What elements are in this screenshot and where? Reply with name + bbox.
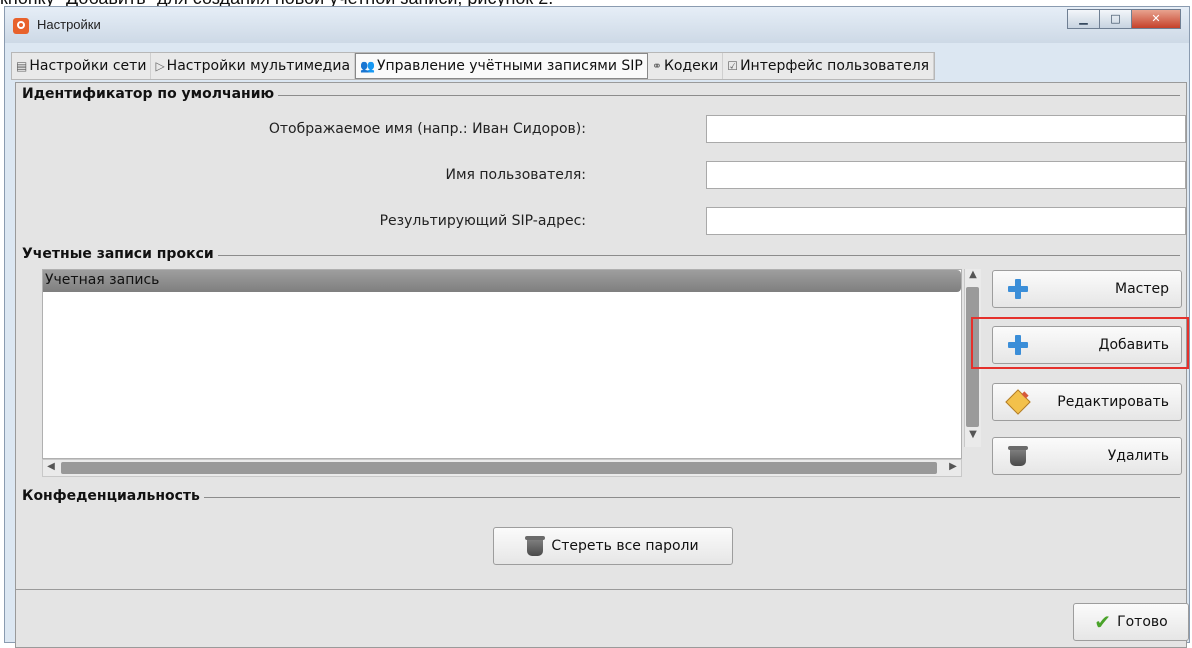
privacy-group: Конфеденциальность bbox=[22, 488, 1180, 504]
scroll-right-icon[interactable]: ▶ bbox=[945, 461, 961, 472]
sip-address-input[interactable] bbox=[706, 207, 1186, 235]
tab-label: Интерфейс пользователя bbox=[740, 58, 930, 74]
wizard-button[interactable]: Мастер bbox=[992, 270, 1182, 308]
minimize-button[interactable]: ▁ bbox=[1067, 9, 1099, 29]
close-button[interactable]: ✕ bbox=[1131, 9, 1181, 29]
sip-address-row: Результирующий SIP-адрес: bbox=[16, 205, 1186, 239]
proxy-group: Учетные записи прокси bbox=[22, 246, 1180, 262]
done-button[interactable]: ✔ Готово bbox=[1073, 603, 1189, 641]
proxy-accounts-list[interactable]: Учетная запись bbox=[42, 269, 962, 459]
display-name-label: Отображаемое имя (напр.: Иван Сидоров): bbox=[268, 121, 586, 137]
delete-button[interactable]: Удалить bbox=[992, 437, 1182, 475]
app-icon bbox=[13, 18, 29, 34]
plus-icon bbox=[1008, 279, 1028, 299]
wizard-button-label: Мастер bbox=[1114, 281, 1169, 297]
tab-multimedia[interactable]: ▷ Настройки мультимедиа bbox=[151, 53, 356, 79]
tab-label: Управление учётными записями SIP bbox=[376, 58, 643, 74]
done-button-label: Готово bbox=[1117, 614, 1168, 630]
scroll-left-icon[interactable]: ◀ bbox=[43, 461, 59, 472]
column-header-account[interactable]: Учетная запись bbox=[43, 270, 961, 292]
identity-group-title: Идентификатор по умолчанию bbox=[22, 86, 279, 102]
window-title: Настройки bbox=[37, 17, 101, 32]
users-icon: 👥 bbox=[360, 59, 375, 73]
sip-address-label: Результирующий SIP-адрес: bbox=[379, 213, 586, 229]
settings-window: Настройки ▁ □ ✕ ▤ Настройки сети ▷ Настр… bbox=[4, 6, 1190, 648]
username-row: Имя пользователя: bbox=[16, 159, 1186, 193]
proxy-group-title: Учетные записи прокси bbox=[22, 246, 218, 262]
clear-passwords-button[interactable]: Стереть все пароли bbox=[493, 527, 733, 565]
network-icon: ▤ bbox=[16, 59, 28, 73]
delete-button-label: Удалить bbox=[1107, 448, 1169, 464]
maximize-button[interactable]: □ bbox=[1099, 9, 1131, 29]
username-input[interactable] bbox=[706, 161, 1186, 189]
trash-icon bbox=[1008, 446, 1028, 466]
tab-sip-accounts[interactable]: 👥 Управление учётными записями SIP bbox=[355, 53, 648, 79]
footer-bar bbox=[15, 590, 1187, 648]
username-label: Имя пользователя: bbox=[445, 167, 586, 183]
scroll-down-icon[interactable]: ▼ bbox=[965, 429, 981, 440]
add-button-highlight bbox=[971, 317, 1189, 369]
settings-tabs: ▤ Настройки сети ▷ Настройки мультимедиа… bbox=[11, 52, 936, 80]
horizontal-scroll-thumb[interactable] bbox=[61, 462, 937, 474]
trash-icon bbox=[525, 536, 546, 556]
tab-label: Настройки мультимедиа bbox=[166, 58, 351, 74]
tab-codecs[interactable]: ⚭ Кодеки bbox=[648, 53, 724, 79]
display-name-input[interactable] bbox=[706, 115, 1186, 143]
scroll-up-icon[interactable]: ▲ bbox=[965, 269, 981, 280]
tab-network[interactable]: ▤ Настройки сети bbox=[12, 53, 152, 79]
ui-icon: ☑ bbox=[727, 59, 739, 73]
identity-group: Идентификатор по умолчанию bbox=[22, 86, 1180, 102]
tab-label: Настройки сети bbox=[29, 58, 147, 74]
window-controls: ▁ □ ✕ bbox=[1067, 9, 1181, 29]
pencil-icon bbox=[1005, 389, 1031, 415]
check-icon: ✔ bbox=[1094, 610, 1112, 634]
privacy-group-title: Конфеденциальность bbox=[22, 488, 204, 504]
tab-label: Кодеки bbox=[663, 58, 719, 74]
clear-passwords-label: Стереть все пароли bbox=[551, 538, 699, 554]
title-bar: Настройки ▁ □ ✕ bbox=[5, 7, 1189, 43]
codec-icon: ⚭ bbox=[651, 59, 662, 73]
play-icon: ▷ bbox=[155, 59, 165, 73]
tab-user-interface[interactable]: ☑ Интерфейс пользователя bbox=[723, 53, 935, 79]
display-name-row: Отображаемое имя (напр.: Иван Сидоров): bbox=[16, 113, 1186, 147]
proxy-list-horizontal-scrollbar[interactable]: ◀ ▶ bbox=[42, 459, 962, 477]
edit-button-label: Редактировать bbox=[1057, 394, 1169, 410]
edit-button[interactable]: Редактировать bbox=[992, 383, 1182, 421]
